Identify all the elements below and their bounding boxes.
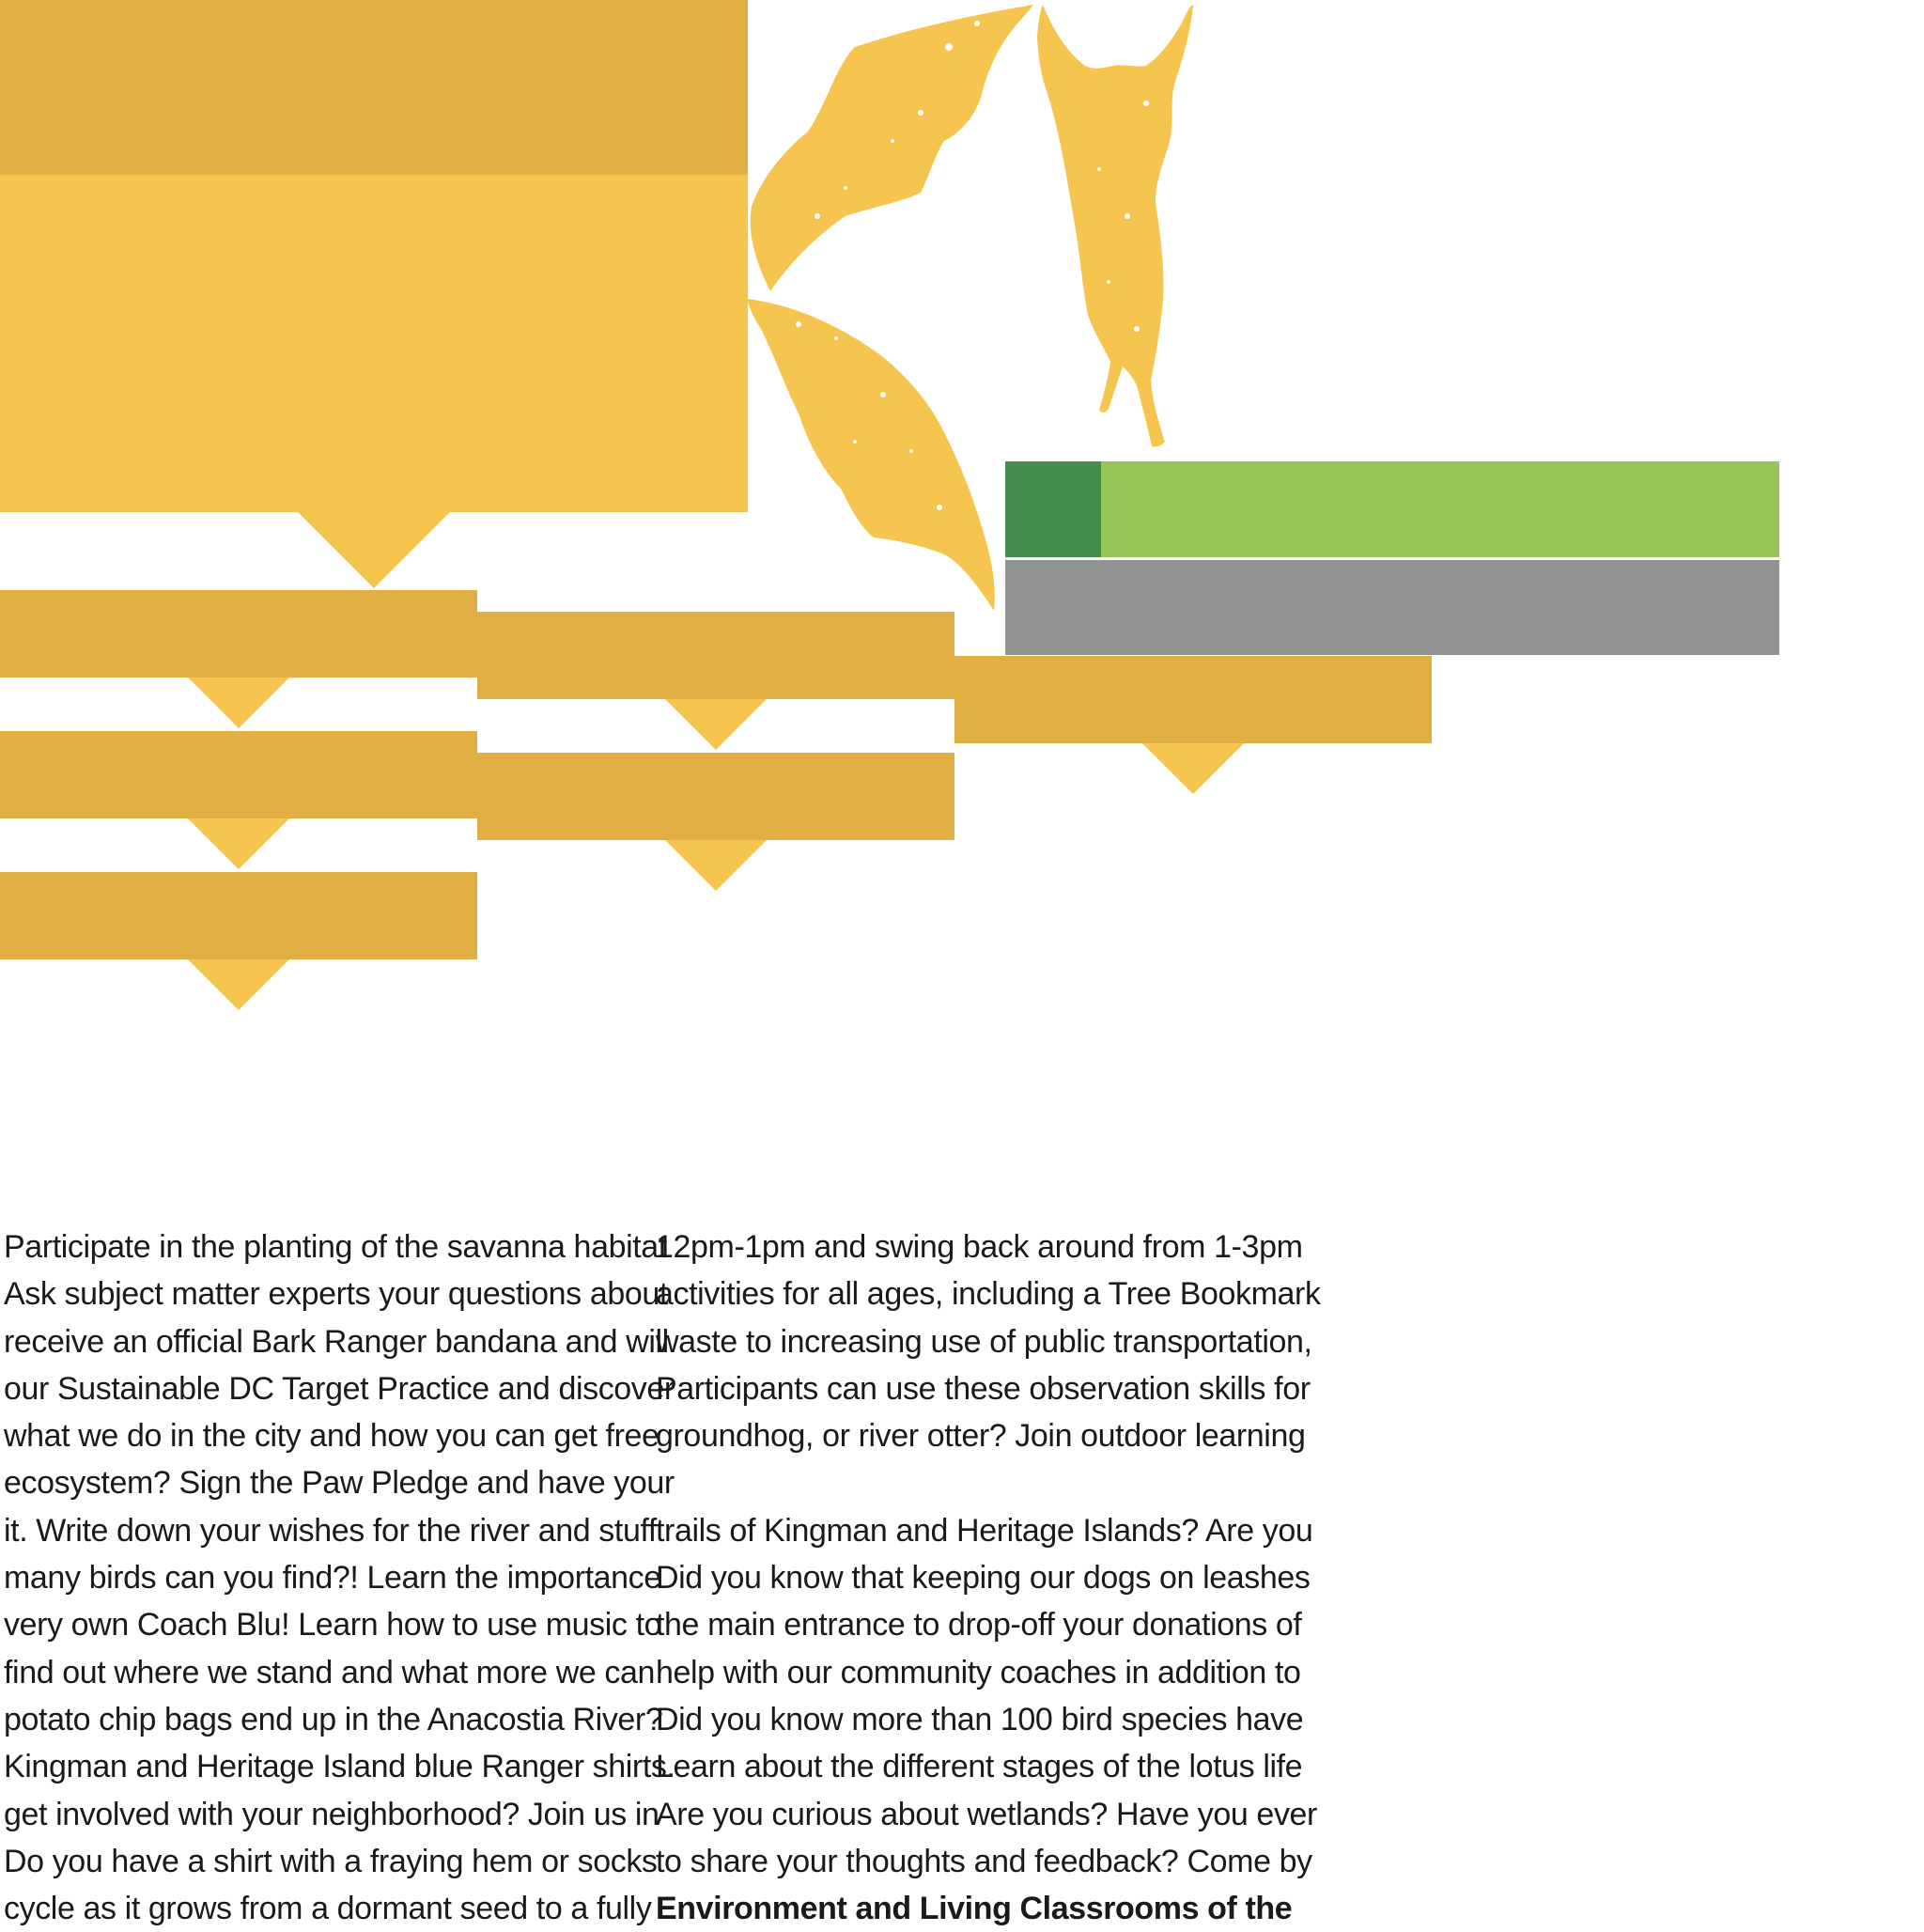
tab-bubble: [0, 872, 477, 959]
text-line: very own Coach Blu! Learn how to use mus…: [4, 1607, 662, 1644]
text-line: many birds can you find?! Learn the impo…: [4, 1560, 661, 1597]
text-line: Do you have a shirt with a fraying hem o…: [4, 1843, 658, 1879]
text-line: groundhog, or river otter? Join outdoor …: [656, 1418, 1306, 1455]
green-accent-block: [1005, 461, 1101, 557]
tab-bubble-tail: [1142, 743, 1244, 794]
text-line: Participants can use these observation s…: [656, 1370, 1311, 1407]
text-line: the main entrance to drop-off your donat…: [656, 1607, 1302, 1644]
grey-banner: [1005, 560, 1779, 655]
text-line: cycle as it grows from a dormant seed to…: [4, 1891, 652, 1927]
text-line: 12pm-1pm and swing back around from 1-3p…: [656, 1229, 1303, 1265]
text-line: potato chip bags end up in the Anacostia…: [4, 1701, 663, 1737]
tab-bubble-tail: [188, 678, 289, 728]
tab-bubble-tail: [665, 840, 767, 891]
tab-bubble-tail: [188, 959, 289, 1010]
right-text-column: 12pm-1pm and swing back around from 1-3p…: [656, 1223, 1321, 1932]
text-line: Participate in the planting of the savan…: [4, 1229, 667, 1265]
tab-bubble-tail: [188, 818, 289, 869]
text-line: what we do in the city and how you can g…: [4, 1418, 659, 1455]
text-line: ecosystem? Sign the Paw Pledge and have …: [4, 1465, 675, 1502]
tab-bubble: [0, 590, 477, 678]
tab-bubble: [0, 731, 477, 818]
text-line: waste to increasing use of public transp…: [656, 1323, 1312, 1360]
text-line-bold: Environment and Living Classrooms of the: [656, 1891, 1293, 1927]
text-line: receive an official Bark Ranger bandana …: [4, 1323, 669, 1360]
text-line: Learn about the different stages of the …: [656, 1749, 1303, 1785]
text-line: activities for all ages, including a Tre…: [656, 1276, 1321, 1313]
bubble-header: [0, 0, 748, 175]
tab-bubble: [477, 753, 954, 840]
text-line: Kingman and Heritage Island blue Ranger …: [4, 1749, 675, 1785]
text-line: our Sustainable DC Target Practice and d…: [4, 1370, 675, 1407]
text-line: get involved with your neighborhood? Joi…: [4, 1796, 659, 1832]
left-text-column: Participate in the planting of the savan…: [4, 1223, 675, 1932]
tab-bubble: [954, 656, 1432, 743]
bubble-tail: [297, 511, 451, 588]
tab-bubble-tail: [665, 699, 767, 750]
text-line: to share your thoughts and feedback? Com…: [656, 1843, 1312, 1879]
green-banner: [1101, 461, 1779, 557]
text-line: Ask subject matter experts your question…: [4, 1276, 668, 1313]
text-line: Did you know more than 100 bird species …: [656, 1701, 1304, 1737]
text-line: it. Write down your wishes for the river…: [4, 1512, 657, 1549]
bubble-body: [0, 175, 748, 512]
text-line: help with our community coaches in addit…: [656, 1654, 1301, 1690]
text-line: trails of Kingman and Heritage Islands? …: [656, 1512, 1313, 1549]
text-line: Did you know that keeping our dogs on le…: [656, 1560, 1311, 1597]
text-line: find out where we stand and what more we…: [4, 1654, 656, 1690]
tab-bubble: [477, 612, 954, 699]
text-line: Are you curious about wetlands? Have you…: [656, 1796, 1317, 1832]
